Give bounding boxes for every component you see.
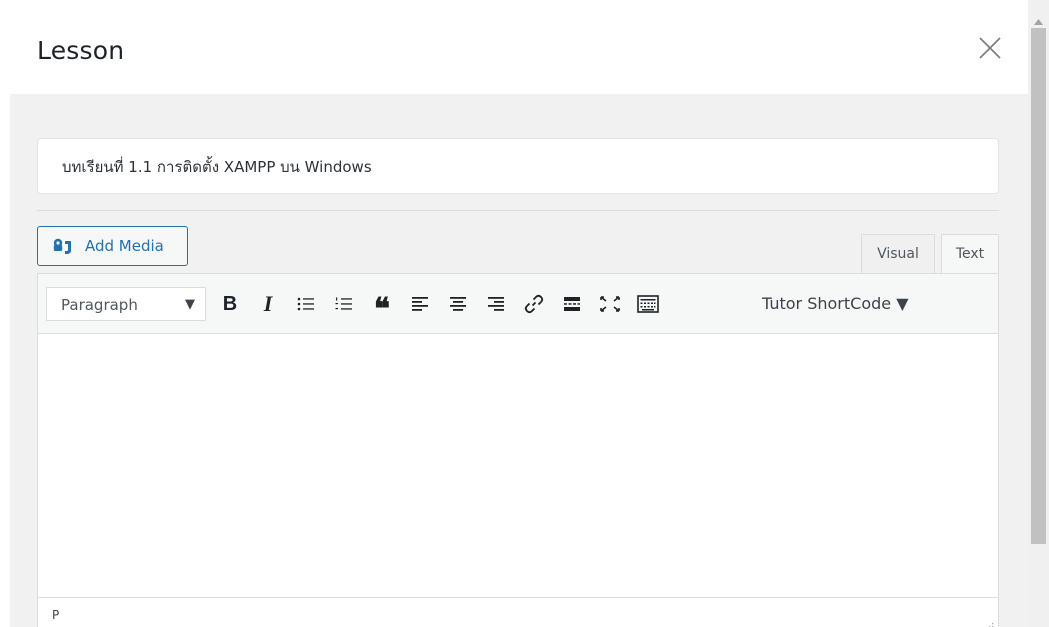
link-icon[interactable] <box>520 289 548 319</box>
modal-header: Lesson <box>0 0 1028 94</box>
tutor-shortcode-dropdown[interactable]: Tutor ShortCode ▼ <box>762 289 909 319</box>
modal-body: บทเรียนที่ 1.1 การติดตั้ง XAMPP บน Windo… <box>10 94 1028 627</box>
align-center-icon[interactable] <box>444 289 472 319</box>
bold-icon[interactable]: B <box>216 289 244 319</box>
editor-content-area[interactable] <box>38 335 998 597</box>
close-icon[interactable] <box>976 34 1004 62</box>
format-select[interactable]: Paragraph ▼ <box>46 287 206 321</box>
scrollbar-thumb[interactable] <box>1031 28 1046 544</box>
editor-statusbar: P <box>38 597 998 627</box>
vertical-scrollbar[interactable] <box>1028 0 1049 627</box>
italic-icon[interactable]: I <box>254 289 282 319</box>
align-right-icon[interactable] <box>482 289 510 319</box>
format-select-value: Paragraph <box>61 296 138 314</box>
scroll-up-arrow-icon[interactable] <box>1033 11 1044 25</box>
tab-text[interactable]: Text <box>941 234 999 274</box>
resize-handle-icon[interactable] <box>984 616 994 627</box>
fullscreen-icon[interactable] <box>596 289 624 319</box>
divider <box>37 210 999 211</box>
chevron-down-icon: ▼ <box>185 297 195 312</box>
lesson-modal: Lesson บทเรียนที่ 1.1 การติดตั้ง XAMPP บ… <box>0 0 1028 627</box>
bulleted-list-icon[interactable] <box>292 289 320 319</box>
add-media-label: Add Media <box>85 237 164 255</box>
toolbar-toggle-icon[interactable] <box>634 289 662 319</box>
blockquote-icon[interactable]: ❝ <box>368 289 396 325</box>
numbered-list-icon[interactable] <box>330 289 358 319</box>
tab-visual[interactable]: Visual <box>861 234 935 274</box>
modal-title: Lesson <box>37 36 125 65</box>
element-path-label[interactable]: P <box>52 608 59 622</box>
add-media-button[interactable]: Add Media <box>37 226 188 266</box>
read-more-icon[interactable] <box>558 289 586 319</box>
rich-text-editor: Paragraph ▼ B I ❝ Tutor ShortCode ▼ P <box>37 273 999 627</box>
align-left-icon[interactable] <box>406 289 434 319</box>
lesson-title-input[interactable]: บทเรียนที่ 1.1 การติดตั้ง XAMPP บน Windo… <box>37 138 999 194</box>
editor-toolbar: Paragraph ▼ B I ❝ Tutor ShortCode ▼ <box>38 274 998 334</box>
media-icon <box>52 237 72 255</box>
